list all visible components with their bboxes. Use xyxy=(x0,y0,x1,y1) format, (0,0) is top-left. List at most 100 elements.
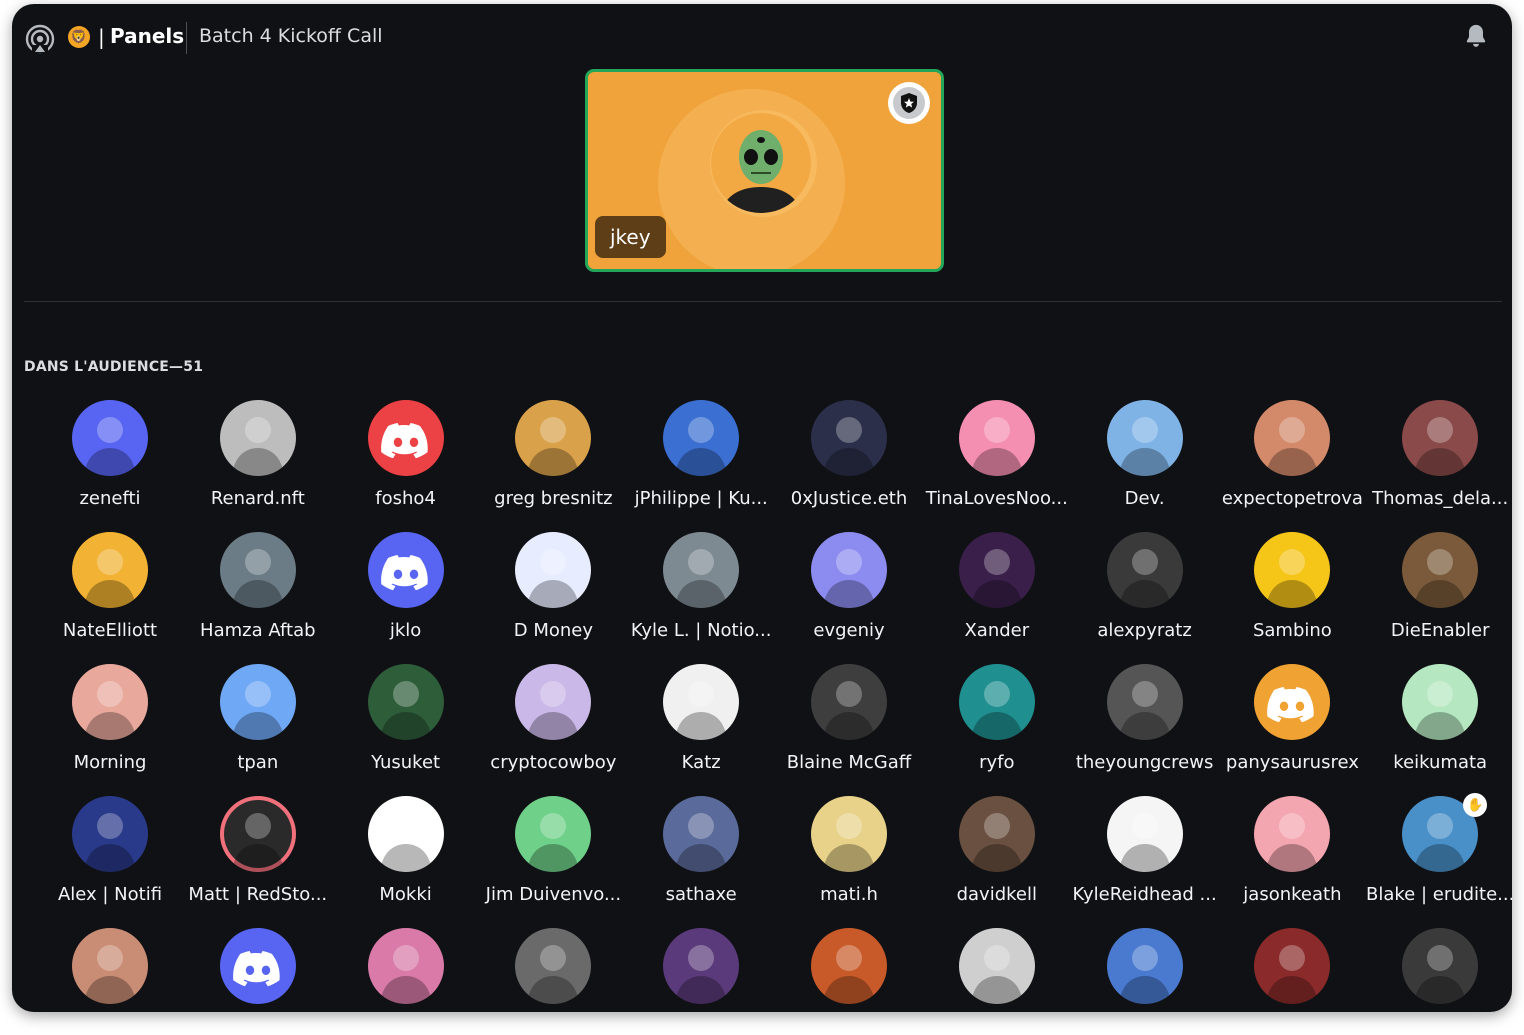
avatar[interactable] xyxy=(663,928,740,1004)
avatar[interactable] xyxy=(367,532,444,608)
member-name: ryfo xyxy=(979,752,1015,773)
avatar-image xyxy=(1414,945,1467,1004)
raised-hand-icon: ✋ xyxy=(1463,793,1488,817)
discord-logo-icon xyxy=(1267,687,1315,723)
member-name: KyleReidhead ... xyxy=(1072,884,1217,905)
avatar[interactable] xyxy=(811,532,887,608)
avatar-image xyxy=(527,549,580,608)
member-name: TinaLovesNoo... xyxy=(925,488,1068,509)
avatar[interactable] xyxy=(367,796,444,872)
avatar[interactable] xyxy=(663,532,740,608)
avatar[interactable] xyxy=(72,928,148,1004)
member-name: Dev. xyxy=(1124,488,1165,509)
avatar-image xyxy=(675,945,728,1004)
avatar-image xyxy=(84,681,136,740)
audience-member[interactable] xyxy=(923,4,1071,1004)
avatar[interactable] xyxy=(72,532,148,608)
member-name: tpan xyxy=(237,752,279,773)
avatar-image xyxy=(823,417,875,476)
avatar[interactable] xyxy=(1254,400,1331,476)
member-name: keikumata xyxy=(1393,752,1488,773)
avatar[interactable] xyxy=(1402,928,1479,1004)
avatar[interactable] xyxy=(515,664,592,740)
avatar[interactable] xyxy=(958,796,1035,872)
audience-grid: zenefti Renard.nft fosho4 greg bresnitz jPhi… xyxy=(24,4,1512,1012)
avatar[interactable] xyxy=(515,532,592,608)
audience-member[interactable] xyxy=(1366,4,1512,1004)
avatar[interactable] xyxy=(515,400,592,476)
avatar[interactable] xyxy=(72,796,148,872)
member-name: 0xJustice.eth xyxy=(790,488,908,509)
member-name: Hamza Aftab xyxy=(200,620,316,641)
avatar-image xyxy=(1118,417,1171,476)
avatar[interactable] xyxy=(1106,532,1183,608)
avatar-image xyxy=(1118,549,1171,608)
discord-logo-icon xyxy=(380,555,428,591)
avatar-image xyxy=(527,417,580,476)
avatar-image xyxy=(823,549,875,608)
avatar[interactable] xyxy=(811,400,887,476)
avatar[interactable] xyxy=(72,400,148,476)
member-name: davidkell xyxy=(956,884,1037,905)
avatar[interactable] xyxy=(1106,796,1183,872)
avatar[interactable] xyxy=(1254,796,1331,872)
avatar[interactable] xyxy=(367,928,444,1004)
avatar-image xyxy=(84,813,136,872)
avatar[interactable] xyxy=(1402,532,1479,608)
avatar[interactable] xyxy=(1254,532,1331,608)
member-name: Kyle L. | Notio... xyxy=(630,620,772,641)
member-name: Blaine McGaff xyxy=(786,752,912,773)
avatar[interactable] xyxy=(663,796,740,872)
avatar[interactable] xyxy=(219,796,296,872)
member-name: Xander xyxy=(964,620,1030,641)
avatar-image xyxy=(970,681,1023,740)
avatar[interactable] xyxy=(219,532,296,608)
member-name: jasonkeath xyxy=(1243,884,1342,905)
audience-member[interactable] xyxy=(1218,4,1366,1004)
audience-member[interactable] xyxy=(184,4,332,1004)
avatar[interactable] xyxy=(811,928,887,1004)
member-name: Blake | erudite... xyxy=(1366,884,1512,905)
member-name: fosho4 xyxy=(375,488,436,509)
avatar-image xyxy=(231,681,284,740)
avatar-image xyxy=(231,549,284,608)
audience-member[interactable] xyxy=(332,4,480,1004)
avatar[interactable] xyxy=(367,664,444,740)
avatar[interactable] xyxy=(958,532,1035,608)
avatar[interactable] xyxy=(663,400,740,476)
avatar[interactable] xyxy=(1106,928,1183,1004)
avatar-image xyxy=(379,945,432,1004)
avatar[interactable] xyxy=(1402,664,1479,740)
avatar[interactable] xyxy=(367,400,444,476)
member-name: theyoungcrews xyxy=(1075,752,1214,773)
audience-member[interactable] xyxy=(1071,4,1219,1004)
avatar[interactable] xyxy=(1106,400,1183,476)
avatar[interactable] xyxy=(811,664,887,740)
avatar[interactable] xyxy=(515,928,592,1004)
avatar[interactable] xyxy=(958,928,1035,1004)
avatar[interactable] xyxy=(958,400,1035,476)
audience-member[interactable] xyxy=(775,4,923,1004)
avatar[interactable] xyxy=(1254,664,1331,740)
avatar[interactable] xyxy=(219,664,296,740)
avatar-image xyxy=(1414,549,1467,608)
member-name: alexpyratz xyxy=(1097,620,1192,641)
avatar[interactable] xyxy=(1402,400,1479,476)
member-name: Sambino xyxy=(1252,620,1332,641)
avatar[interactable] xyxy=(515,796,592,872)
audience-member[interactable] xyxy=(479,4,627,1004)
avatar[interactable] xyxy=(663,664,740,740)
avatar[interactable] xyxy=(72,664,148,740)
member-name: Renard.nft xyxy=(210,488,305,509)
audience-member[interactable] xyxy=(627,4,775,1004)
stage-window: 🦁 | Panels Batch 4 Kickoff Call jkey DAN… xyxy=(12,4,1512,1012)
audience-member[interactable] xyxy=(36,4,184,1004)
avatar[interactable] xyxy=(1106,664,1183,740)
avatar-image xyxy=(675,549,728,608)
avatar[interactable] xyxy=(1254,928,1331,1004)
avatar[interactable] xyxy=(219,928,296,1004)
avatar[interactable] xyxy=(811,796,887,872)
avatar[interactable] xyxy=(219,400,296,476)
member-name: Alex | Notifi xyxy=(57,884,163,905)
avatar[interactable] xyxy=(958,664,1035,740)
